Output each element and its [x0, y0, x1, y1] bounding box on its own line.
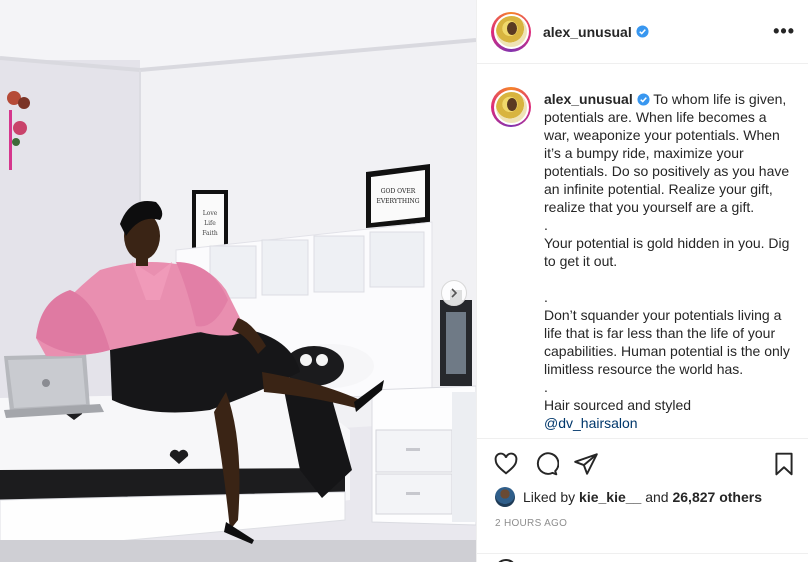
- caption-paragraph-3: Don’t squander your potentials living a …: [544, 307, 790, 377]
- caption-paragraph-2: Your potential is gold hidden in you. Di…: [544, 235, 790, 269]
- add-comment-bar: [477, 553, 808, 562]
- caption-avatar-image: [495, 91, 527, 123]
- caption-mention-link[interactable]: @dv_hairsalon: [544, 415, 638, 431]
- likes-joiner: and: [645, 489, 669, 505]
- svg-text:EVERYTHING: EVERYTHING: [376, 198, 419, 205]
- svg-text:Life: Life: [204, 220, 216, 227]
- comment-icon[interactable]: [533, 451, 559, 477]
- caption-verified-badge-icon: [637, 93, 650, 106]
- liker-avatar[interactable]: [495, 487, 515, 507]
- heart-icon[interactable]: [493, 451, 519, 477]
- post-actions: Liked by kie_kie__ and 26,827 others 2 H…: [477, 438, 808, 562]
- post-username[interactable]: alex_unusual: [543, 24, 632, 40]
- nightstand: [371, 385, 476, 526]
- liker-username[interactable]: kie_kie__: [579, 489, 641, 505]
- caption-username[interactable]: alex_unusual: [544, 91, 633, 107]
- caption-text: alex_unusual To whom life is given, pote…: [544, 90, 796, 432]
- likes-summary: Liked by kie_kie__ and 26,827 others: [495, 487, 762, 507]
- chevron-right-icon: [451, 288, 458, 298]
- carousel-next-button[interactable]: [441, 280, 467, 306]
- caption-area: alex_unusual To whom life is given, pote…: [477, 65, 808, 439]
- svg-text:GOD OVER: GOD OVER: [381, 188, 416, 195]
- likes-count-link[interactable]: 26,827 others: [672, 489, 762, 505]
- verified-badge-icon: [636, 25, 649, 38]
- avatar-image: [495, 16, 527, 47]
- post-side-panel: alex_unusual ••• alex_unusual To whom li…: [476, 0, 808, 562]
- post-timestamp: 2 HOURS AGO: [495, 518, 568, 529]
- frame-left-text: Love: [203, 210, 218, 217]
- photo-illustration: Love Life Faith GOD OVER EVERYTHING: [0, 0, 476, 562]
- bookmark-icon[interactable]: [771, 451, 797, 477]
- caption-avatar[interactable]: [491, 87, 531, 127]
- share-icon[interactable]: [573, 451, 599, 477]
- caption-paragraph-1: To whom life is given, potentials are. W…: [544, 91, 790, 215]
- caption-separator: .: [544, 217, 548, 233]
- caption-separator: .: [544, 379, 548, 395]
- caption-paragraph-4: Hair sourced and styled: [544, 397, 692, 413]
- likes-prefix: Liked by: [523, 489, 576, 505]
- post-photo[interactable]: Love Life Faith GOD OVER EVERYTHING: [0, 0, 476, 562]
- avatar[interactable]: [491, 11, 531, 52]
- svg-text:Faith: Faith: [202, 230, 218, 237]
- caption-separator: .: [544, 289, 548, 305]
- post-header: alex_unusual •••: [477, 0, 808, 64]
- more-options-button[interactable]: •••: [773, 22, 795, 40]
